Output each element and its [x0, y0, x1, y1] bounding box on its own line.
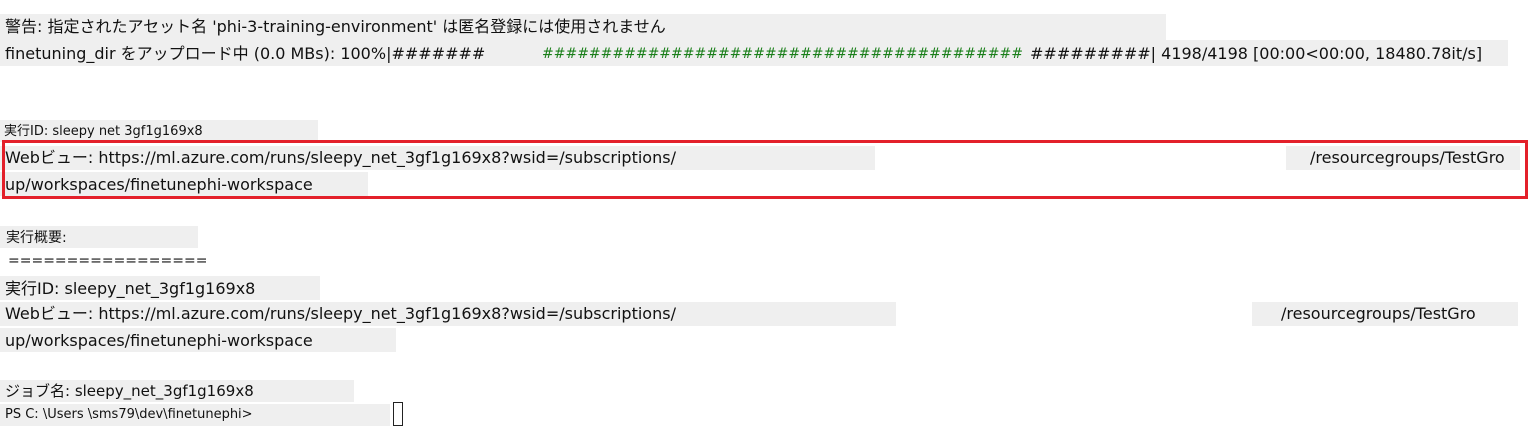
summary-web-view-part3[interactable]: up/workspaces/finetunephi-workspace — [5, 333, 313, 349]
text-cursor — [393, 402, 403, 426]
upload-progress-bar: ########################################… — [542, 46, 1023, 62]
summary-web-view-part1[interactable]: Webビュー: https://ml.azure.com/runs/sleepy… — [5, 306, 676, 322]
shell-prompt[interactable]: PS C: \Users \sms79\dev\finetunephi> — [5, 408, 253, 421]
summary-run-id: 実行ID: sleepy_net_3gf1g169x8 — [5, 279, 256, 298]
warning-message: 警告: 指定されたアセット名 'phi-3-training-environme… — [5, 17, 666, 36]
upload-progress-stats: #########| 4198/4198 [00:00<00:00, 18480… — [1030, 44, 1483, 63]
job-name-line: ジョブ名: sleepy_net_3gf1g169x8 — [5, 382, 254, 400]
web-view-link-part1[interactable]: Webビュー: https://ml.azure.com/runs/sleepy… — [5, 150, 676, 166]
web-view-link-part2[interactable]: /resourcegroups/TestGro — [1310, 150, 1505, 166]
run-id-line: 実行ID: sleepy net 3gf1g169x8 — [4, 124, 203, 139]
upload-progress-label: finetuning_dir をアップロード中 (0.0 MBs): 100%|… — [5, 44, 486, 63]
summary-heading: 実行概要: — [6, 230, 67, 246]
summary-rule: ================= — [8, 253, 208, 269]
web-view-link-part3[interactable]: up/workspaces/finetunephi-workspace — [5, 177, 313, 193]
summary-web-view-part2[interactable]: /resourcegroups/TestGro — [1281, 306, 1476, 322]
